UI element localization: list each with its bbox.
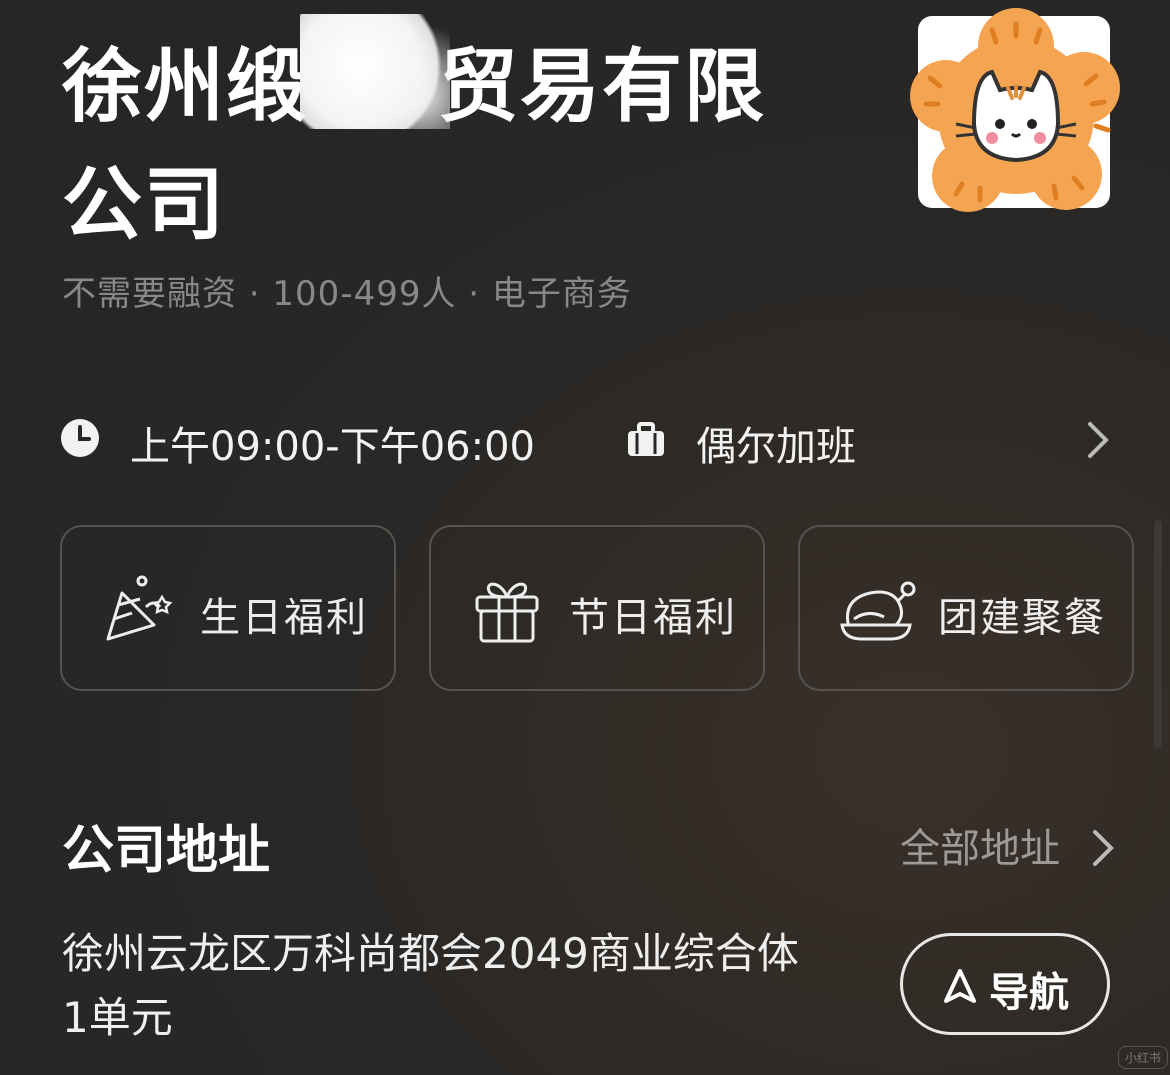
- gift-icon: [475, 582, 539, 643]
- all-addresses-label: 全部地址: [900, 826, 1060, 872]
- overtime-info: 偶尔加班: [696, 424, 856, 470]
- navigation-arrow-icon: [944, 969, 976, 1003]
- clock-icon: [61, 419, 99, 457]
- company-name-part2: 贸易有限: [438, 40, 766, 133]
- benefit-label: 节日福利: [569, 595, 737, 641]
- benefit-card-holiday[interactable]: 节日福利: [429, 525, 765, 691]
- watermark-logo: 小红书: [1118, 1046, 1169, 1069]
- benefit-label: 团建聚餐: [938, 595, 1106, 641]
- work-schedule-row[interactable]: 上午09:00-下午06:00 偶尔加班: [60, 410, 1120, 470]
- navigate-button[interactable]: 导航: [900, 933, 1110, 1035]
- briefcase-icon: [628, 422, 664, 456]
- work-hours: 上午09:00-下午06:00: [130, 424, 535, 470]
- benefits-scroll-indicator: [1154, 520, 1162, 748]
- navigate-label: 导航: [989, 970, 1069, 1016]
- company-name-part3: 公司: [62, 158, 226, 251]
- section-title-address: 公司地址: [62, 821, 271, 881]
- chevron-right-icon: [1092, 830, 1114, 866]
- company-logo[interactable]: [910, 8, 1120, 212]
- benefit-label: 生日福利: [200, 595, 368, 641]
- cat-face-icon: [910, 8, 1120, 212]
- benefit-card-team-dinner[interactable]: 团建聚餐: [798, 525, 1134, 691]
- chevron-right-icon: [1088, 422, 1109, 458]
- redaction-scribble: [300, 14, 450, 129]
- company-meta: 不需要融资 · 100-499人 · 电子商务: [62, 274, 632, 314]
- party-popper-icon: [106, 575, 173, 641]
- all-addresses-link[interactable]: 全部地址: [900, 816, 1115, 874]
- roast-chicken-icon: [840, 581, 916, 641]
- company-address: 徐州云龙区万科尚都会2049商业综合体1单元: [62, 929, 799, 1042]
- benefit-card-birthday[interactable]: 生日福利: [60, 525, 396, 691]
- company-name-part1: 徐州缎: [62, 40, 308, 133]
